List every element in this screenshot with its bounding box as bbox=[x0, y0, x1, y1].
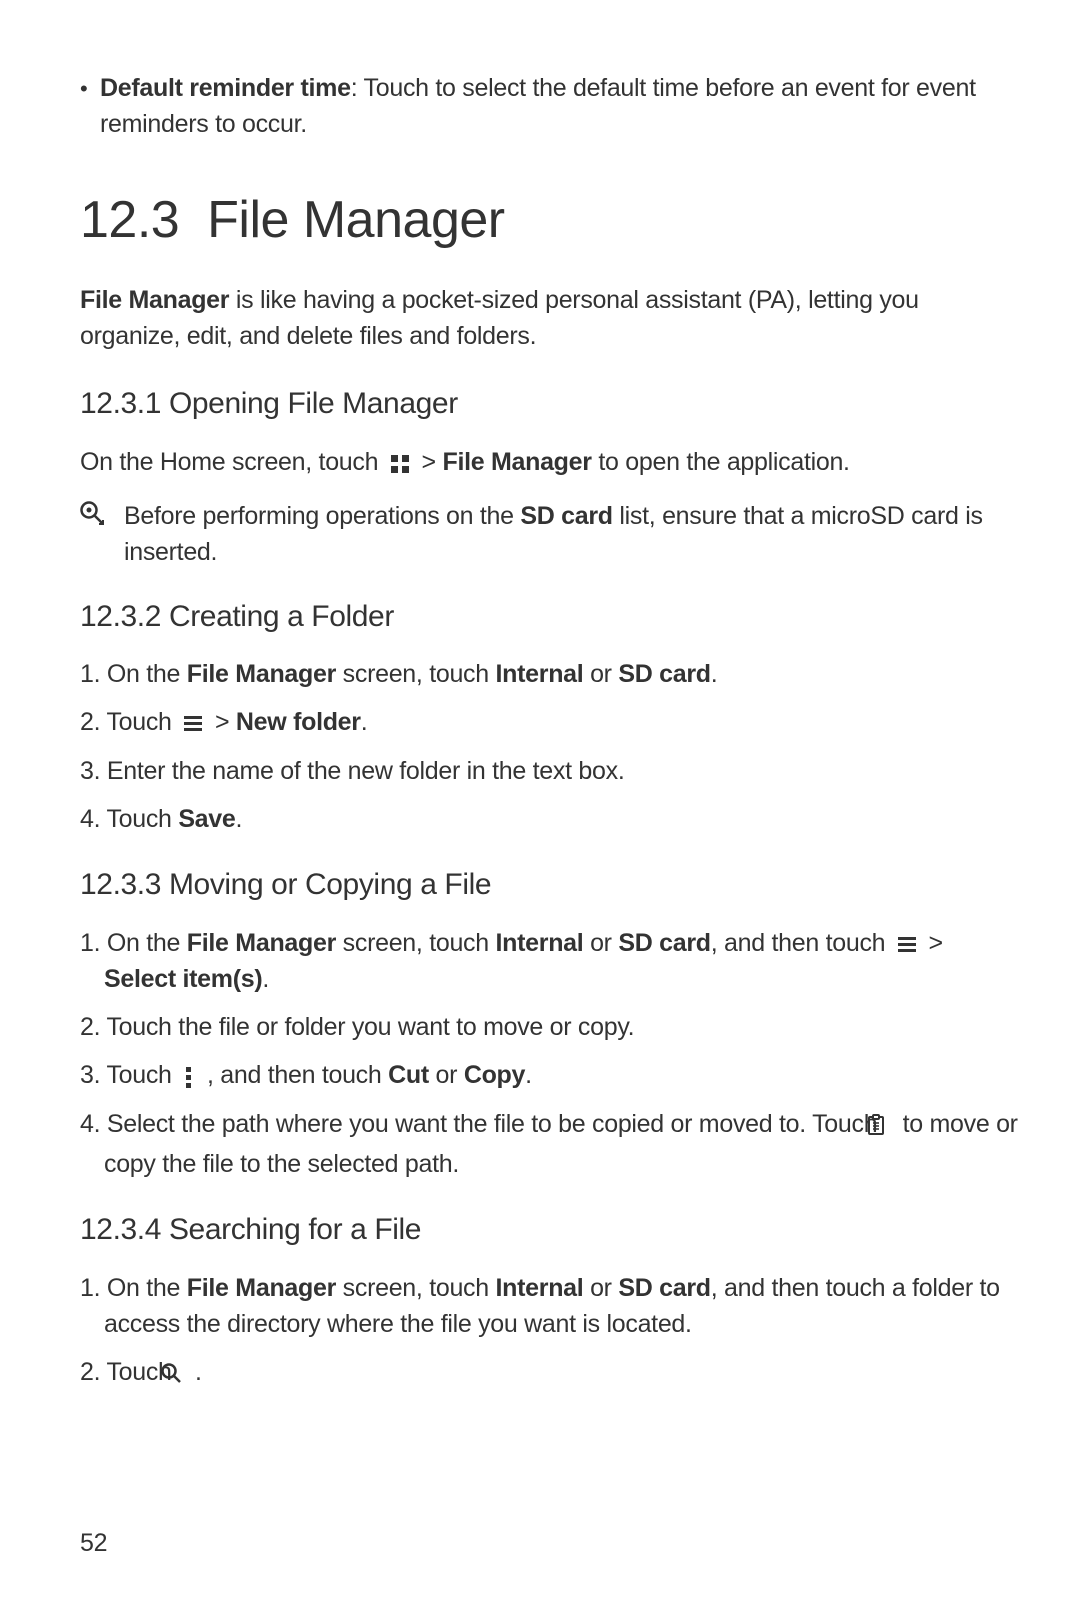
subsection-moving: 12.3.3 Moving or Copying a File bbox=[80, 863, 1020, 907]
note-text: Before performing operations on the SD c… bbox=[124, 498, 1020, 571]
subsection-creating: 12.3.2 Creating a Folder bbox=[80, 595, 1020, 639]
apps-grid-icon bbox=[391, 455, 409, 473]
overflow-dots-icon bbox=[186, 1067, 192, 1087]
intro-emphasis: File Manager bbox=[80, 286, 229, 314]
intro-paragraph: File Manager is like having a pocket-siz… bbox=[80, 282, 1020, 355]
bullet-label: Default reminder time bbox=[100, 74, 351, 102]
steps-moving: 1. On the File Manager screen, touch Int… bbox=[80, 925, 1020, 1183]
menu-icon bbox=[898, 937, 916, 953]
step: 2. Touch . bbox=[80, 1354, 1020, 1394]
note-sdcard: Before performing operations on the SD c… bbox=[80, 498, 1020, 571]
section-title: File Manager bbox=[207, 191, 504, 249]
steps-searching: 1. On the File Manager screen, touch Int… bbox=[80, 1270, 1020, 1395]
steps-creating: 1. On the File Manager screen, touch Int… bbox=[80, 656, 1020, 837]
step: 1. On the File Manager screen, touch Int… bbox=[80, 925, 1020, 998]
section-number: 12.3 bbox=[80, 191, 179, 249]
bullet-default-reminder: • Default reminder time: Touch to select… bbox=[80, 70, 1020, 143]
note-icon bbox=[80, 498, 124, 530]
document-page: • Default reminder time: Touch to select… bbox=[0, 0, 1080, 1617]
step: 3. Touch , and then touch Cut or Copy. bbox=[80, 1057, 1020, 1093]
opening-instruction: On the Home screen, touch > File Manager… bbox=[80, 444, 1020, 480]
bullet-text: Default reminder time: Touch to select t… bbox=[100, 70, 1020, 143]
subsection-opening: 12.3.1 Opening File Manager bbox=[80, 382, 1020, 426]
bullet-marker: • bbox=[80, 70, 100, 107]
step: 1. On the File Manager screen, touch Int… bbox=[80, 656, 1020, 692]
step: 2. Touch the file or folder you want to … bbox=[80, 1009, 1020, 1045]
step: 2. Touch > New folder. bbox=[80, 704, 1020, 740]
menu-icon bbox=[184, 716, 202, 732]
page-number: 52 bbox=[80, 1525, 107, 1561]
subsection-searching: 12.3.4 Searching for a File bbox=[80, 1208, 1020, 1252]
step: 3. Enter the name of the new folder in t… bbox=[80, 753, 1020, 789]
step: 1. On the File Manager screen, touch Int… bbox=[80, 1270, 1020, 1343]
step: 4. Select the path where you want the fi… bbox=[80, 1106, 1020, 1183]
step: 4. Touch Save. bbox=[80, 801, 1020, 837]
section-heading: 12.3 File Manager bbox=[80, 183, 1020, 258]
